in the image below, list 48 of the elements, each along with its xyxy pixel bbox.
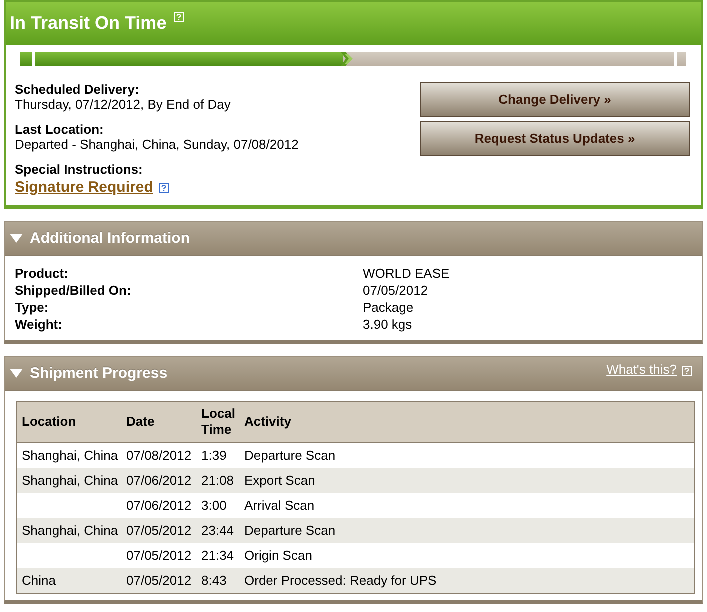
info-label: Weight:	[15, 316, 64, 333]
section-title: Shipment Progress	[30, 365, 168, 382]
column-header: Location	[16, 402, 122, 442]
table-cell: 21:34	[196, 543, 240, 568]
caret-icon[interactable]	[10, 369, 23, 378]
table-cell: 8:43	[196, 568, 240, 594]
detail-value: Thursday, 07/12/2012, By End of Day	[15, 97, 232, 113]
table-cell: Shanghai, China	[16, 442, 122, 468]
detail-value: Departed - Shanghai, China, Sunday, 07/08/2012	[15, 137, 299, 153]
table-cell: Shanghai, China	[16, 468, 122, 493]
detail-label: Scheduled Delivery:	[15, 82, 140, 97]
table-cell: 07/05/2012	[122, 543, 196, 568]
caret-icon[interactable]	[10, 234, 23, 243]
status-title: In Transit On Time	[10, 13, 167, 34]
info-label: Type:	[15, 299, 50, 316]
table-cell: 1:39	[196, 442, 240, 468]
instruction-link[interactable]: Signature Required	[15, 179, 154, 197]
help-icon[interactable]	[159, 183, 170, 193]
column-header: Activity	[240, 402, 694, 442]
table-cell: Shanghai, China	[16, 518, 122, 543]
table-cell: Origin Scan	[240, 543, 694, 568]
table-cell: 21:08	[196, 468, 240, 493]
table-cell: 07/05/2012	[122, 518, 196, 543]
table-cell: Arrival Scan	[240, 493, 694, 518]
table-cell: Departure Scan	[240, 518, 694, 543]
table-cell: 07/05/2012	[122, 568, 196, 594]
info-label: Shipped/Billed On:	[15, 282, 132, 299]
table-cell: Export Scan	[240, 468, 694, 493]
detail-label: Last Location:	[15, 122, 105, 137]
info-value: 3.90 kgs	[363, 316, 414, 333]
table-cell: 07/06/2012	[122, 468, 196, 493]
table-cell: 07/08/2012	[122, 442, 196, 468]
table-cell: Order Processed: Ready for UPS	[240, 568, 694, 594]
detail-label: Special Instructions:	[15, 162, 144, 177]
info-value: WORLD EASE	[363, 265, 451, 282]
table-cell: Departure Scan	[240, 442, 694, 468]
info-value: Package	[363, 299, 415, 316]
table-cell: 3:00	[196, 493, 240, 518]
action-button[interactable]: Change Delivery »	[420, 82, 690, 117]
column-header: Date	[122, 402, 196, 442]
table-cell: 07/06/2012	[122, 493, 196, 518]
section-title: Additional Information	[30, 230, 190, 247]
column-header: Local Time	[196, 402, 240, 442]
info-label: Product:	[15, 265, 70, 282]
table-cell: China	[16, 568, 122, 594]
table-cell: 23:44	[196, 518, 240, 543]
action-button[interactable]: Request Status Updates »	[420, 121, 690, 156]
info-value: 07/05/2012	[363, 282, 430, 299]
